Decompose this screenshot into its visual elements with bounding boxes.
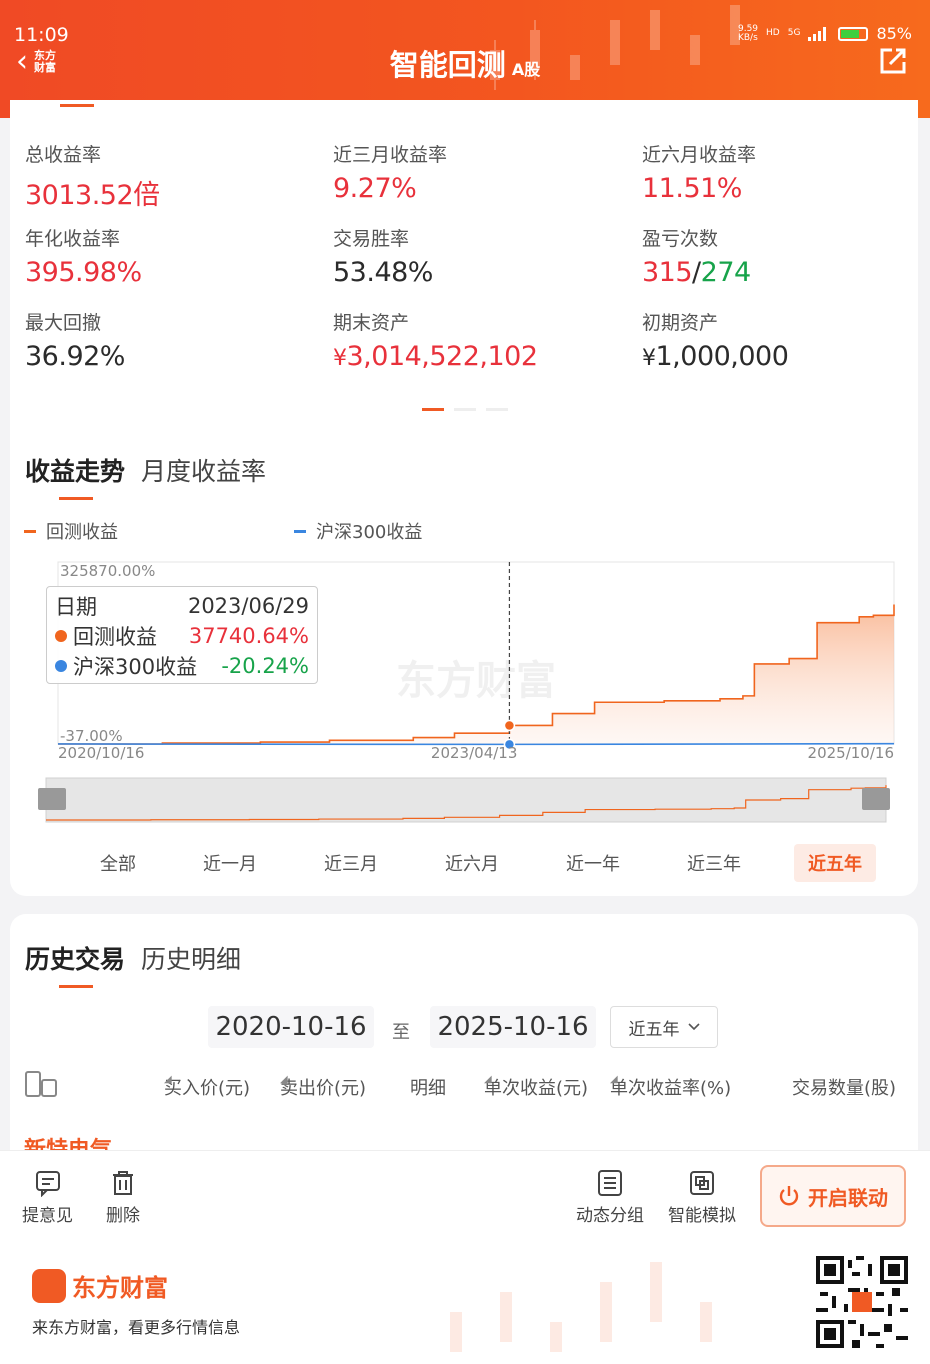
tooltip-date-row: 日期 2023/06/29 (55, 594, 309, 619)
page-title-text: 智能回测 (389, 48, 506, 82)
range-tab-3y[interactable]: 近三年 (673, 844, 755, 882)
x-axis-tick-label: 2025/10/16 (808, 744, 894, 760)
tab-history-detail[interactable]: 历史明细 (141, 940, 241, 976)
date-range-separator: 至 (392, 1022, 410, 1043)
stat-max-drawdown: 最大回撤 36.92% (25, 312, 125, 372)
tab-return-trend[interactable]: 收益走势 (25, 452, 125, 500)
signal-icon (808, 26, 827, 41)
promo-footer: 东方财富 来东方财富，看更多行情信息 (0, 1242, 930, 1364)
smart-simulate-button[interactable]: 智能模拟 (668, 1169, 736, 1226)
delete-button[interactable]: 删除 (106, 1169, 140, 1226)
period-select[interactable]: 近五年 (610, 1006, 718, 1048)
page-title-suffix: A股 (511, 60, 541, 79)
page-dot (486, 408, 508, 411)
simulate-icon (690, 1171, 714, 1195)
stat-total-return: 总收益率 3013.52倍 (25, 144, 160, 211)
battery-level: 85% (876, 24, 912, 43)
col-trade-qty: 交易数量(股) (792, 1078, 897, 1099)
qr-code (816, 1256, 908, 1348)
page-indicator (422, 408, 508, 411)
stat-win-loss-count: 盈亏次数 315/274 (642, 228, 752, 288)
date-to-input[interactable]: 2025-10-16 (430, 1006, 596, 1048)
range-tab-1y[interactable]: 近一年 (552, 844, 634, 882)
footer-slogan: 来东方财富，看更多行情信息 (32, 1318, 241, 1337)
range-tab-6m[interactable]: 近六月 (431, 844, 513, 882)
list-icon (598, 1170, 622, 1196)
chart-tooltip: 日期 2023/06/29 回测收益 37740.64% 沪深300收益 -20… (46, 586, 318, 684)
tooltip-dot-hs300 (55, 660, 67, 672)
trash-icon (113, 1171, 133, 1195)
enable-linkage-button[interactable]: 开启联动 (760, 1165, 906, 1227)
slider-handle-right[interactable] (862, 788, 890, 810)
page-title: 智能回测 A股 (0, 42, 930, 84)
range-tabs: 全部 近一月 近三月 近六月 近一年 近三年 近五年 (86, 844, 876, 882)
win-count: 315 (642, 257, 693, 288)
backtest-summary-card: 总收益率 3013.52倍 近三月收益率 9.27% 近六月收益率 11.51%… (10, 100, 918, 896)
stat-initial-assets: 初期资产 ¥1,000,000 (642, 312, 789, 372)
stat-6m-return: 近六月收益率 11.51% (642, 144, 757, 204)
stat-final-assets: 期末资产 ¥3,014,522,102 (333, 312, 538, 372)
dynamic-group-button[interactable]: 动态分组 (576, 1169, 644, 1226)
legend-backtest: 回测收益 (24, 518, 118, 544)
tab-indicator (60, 104, 94, 107)
hd-badge: HD (766, 28, 780, 38)
share-icon[interactable] (878, 46, 910, 76)
range-tab-all[interactable]: 全部 (86, 844, 150, 882)
tab-history-trades[interactable]: 历史交易 (25, 940, 125, 988)
stat-3m-return: 近三月收益率 9.27% (333, 144, 448, 204)
network-type: 5G (787, 28, 801, 38)
col-detail: 明细 (410, 1078, 446, 1099)
tooltip-backtest-row: 回测收益 37740.64% (55, 621, 309, 651)
legend-swatch-backtest (24, 529, 36, 533)
stat-annual-return: 年化收益率 395.98% (25, 228, 142, 288)
battery-icon (838, 26, 869, 41)
legend-hs300: 沪深300收益 (294, 518, 422, 544)
tooltip-hs300-row: 沪深300收益 -20.24% (55, 651, 309, 681)
brand-mark-icon (32, 1268, 66, 1303)
range-tab-1m[interactable]: 近一月 (189, 844, 271, 882)
chart-tabs: 收益走势 月度收益率 (25, 452, 266, 500)
range-slider[interactable] (36, 776, 896, 824)
legend-swatch-hs300 (294, 529, 306, 533)
chart-watermark: 东方财富 (396, 658, 556, 704)
column-toggle-icon[interactable] (24, 1070, 58, 1100)
range-tab-5y[interactable]: 近五年 (794, 844, 876, 882)
feedback-button[interactable]: 提意见 (22, 1169, 73, 1226)
y-axis-max-label: 325870.00% (60, 562, 155, 580)
tooltip-dot-backtest (55, 630, 67, 642)
candlestick-decoration (450, 1262, 712, 1352)
net-speed: 9.59 KB/s (737, 23, 759, 43)
history-card: 历史交易 历史明细 2020-10-16 至 2025-10-16 近五年 买入… (10, 914, 918, 1150)
page-dot-active (422, 408, 444, 411)
brand-logo: 东方财富 (32, 1268, 168, 1303)
power-icon (779, 1186, 799, 1206)
history-tabs: 历史交易 历史明细 (25, 940, 241, 988)
crosshair-dot-backtest (503, 719, 516, 732)
feedback-icon (35, 1171, 60, 1197)
y-axis-min-label: -37.00% (60, 727, 123, 745)
tab-monthly-return[interactable]: 月度收益率 (141, 452, 266, 488)
loss-count: 274 (700, 257, 752, 288)
bottom-toolbar: 提意见 删除 动态分组 智能模拟 开启联动 (0, 1150, 930, 1242)
table-row-first-stock[interactable]: 新特电气 (24, 1132, 112, 1150)
chevron-down-icon (687, 1023, 700, 1031)
slider-handle-left[interactable] (38, 788, 66, 810)
x-axis-tick-label: 2023/04/13 (431, 744, 517, 760)
date-from-input[interactable]: 2020-10-16 (208, 1006, 374, 1048)
status-indicators: 9.59 KB/s HD 5G 85% (738, 24, 912, 43)
page-dot (454, 408, 476, 411)
x-axis-tick-label: 2020/10/16 (58, 744, 144, 760)
range-tab-3m[interactable]: 近三月 (310, 844, 392, 882)
stat-win-rate: 交易胜率 53.48% (333, 228, 433, 288)
